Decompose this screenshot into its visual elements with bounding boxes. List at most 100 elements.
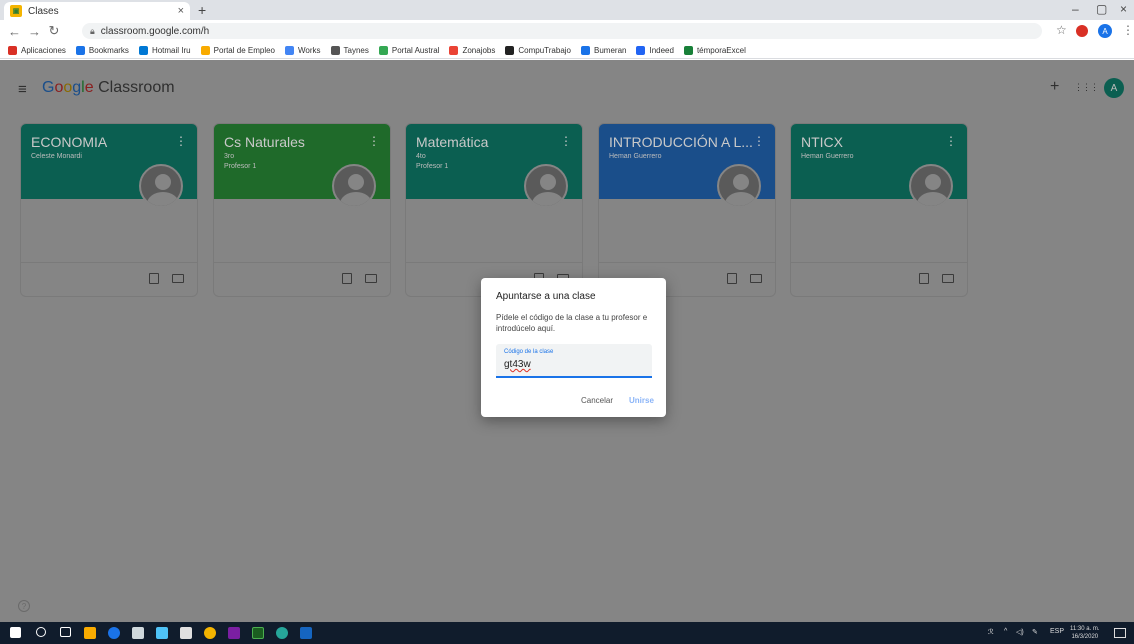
bookmark-item[interactable]: Hotmail Iru [138,45,191,55]
assignment-icon[interactable] [342,273,352,284]
add-class-button[interactable]: + [1050,78,1059,96]
bookmark-item[interactable]: Bookmarks [75,45,129,55]
assignment-icon[interactable] [727,273,737,284]
windows-start-icon[interactable] [10,627,21,638]
bookmark-icon [285,45,294,55]
cancel-button[interactable]: Cancelar [581,396,613,405]
tab-strip: ▣ Clases × + – ▢ × [0,0,1134,20]
address-bar[interactable]: 🔒︎ classroom.google.com/h [82,23,1042,39]
extension-icon[interactable] [1076,25,1088,37]
forward-icon[interactable]: → [28,24,41,39]
class-card[interactable]: INTRODUCCIÓN A L... Heman Guerrero ⋮ [598,123,776,297]
bookmark-icon [378,45,388,55]
apps-grid-icon[interactable]: ⋮⋮⋮ [1074,82,1099,93]
bookmark-item[interactable]: Zonajobs [449,45,495,55]
join-button[interactable]: Unirse [629,396,654,405]
card-menu-icon[interactable]: ⋮ [368,134,380,148]
star-icon[interactable]: ☆ [1056,23,1067,37]
mail-icon[interactable] [156,627,168,639]
class-card[interactable]: NTICX Heman Guerrero ⋮ [790,123,968,297]
tab-close-icon[interactable]: × [178,5,184,17]
google-classroom-logo[interactable]: Google Classroom [42,79,175,97]
card-menu-icon[interactable]: ⋮ [945,134,957,148]
clock[interactable]: 11:30 a. m. 16/3/2020 [1070,625,1100,641]
account-avatar[interactable]: A [1104,78,1124,98]
edge-icon[interactable] [108,627,120,639]
class-title[interactable]: Matemática [416,134,572,150]
people-icon[interactable]: ℛ [988,628,994,636]
notifications-icon[interactable] [1114,628,1126,638]
tab-title: Clases [28,5,59,17]
maximize-button[interactable]: ▢ [1096,2,1107,16]
class-title[interactable]: INTRODUCCIÓN A L... [609,134,765,150]
class-title[interactable]: Cs Naturales [224,134,380,150]
dreamweaver-icon[interactable] [252,627,264,639]
browser-menu-icon[interactable]: ⋮ [1122,23,1134,37]
calculator-icon[interactable] [132,627,144,639]
bookmark-item[interactable]: Bumeran [581,45,626,55]
bookmarks-bar: Aplicaciones Bookmarks Hotmail Iru Portal d… [0,42,1134,59]
bookmark-item[interactable]: Taynes [330,45,369,55]
bookmark-item[interactable]: Aplicaciones [8,45,66,55]
folder-icon[interactable] [750,274,762,283]
tab-classroom[interactable]: ▣ Clases × [4,2,190,20]
teacher-avatar [139,164,183,208]
class-card[interactable]: Cs Naturales 3ro Profesor 1 ⋮ [213,123,391,297]
folder-icon[interactable] [942,274,954,283]
bookmark-icon [636,45,646,55]
app-icon[interactable] [228,627,240,639]
language-indicator[interactable]: ESP [1050,628,1064,635]
class-title[interactable]: NTICX [801,134,957,150]
store-icon[interactable] [180,627,192,639]
new-tab-button[interactable]: + [198,2,206,18]
bookmark-item[interactable]: Portal de Empleo [200,45,275,55]
bookmark-item[interactable]: Portal Austral [378,45,439,55]
word-icon[interactable] [300,627,312,639]
reload-icon[interactable]: ↻ [48,23,60,39]
menu-icon[interactable]: ≡ [18,81,27,98]
card-menu-icon[interactable]: ⋮ [175,134,187,148]
assignment-icon[interactable] [149,273,159,284]
class-code-label: Código de la clase [504,349,554,355]
tray-chevron-icon[interactable]: ^ [1004,628,1007,635]
bookmark-item[interactable]: CompuTrabajo [505,45,571,55]
bookmark-icon [75,45,85,55]
search-icon[interactable] [36,627,46,637]
chrome-profile-icon[interactable] [276,627,288,639]
class-card[interactable]: ECONOMIA Celeste Monardi ⋮ [20,123,198,297]
class-teacher: Celeste Monardi [31,153,82,160]
assignment-icon[interactable] [919,273,929,284]
back-icon[interactable]: ← [8,24,21,39]
bookmark-item[interactable]: Indeed [636,45,674,55]
minimize-button[interactable]: – [1072,2,1079,16]
help-icon[interactable]: ? [18,600,30,612]
volume-icon[interactable]: ◁) [1016,628,1024,636]
card-menu-icon[interactable]: ⋮ [560,134,572,148]
teacher-avatar [717,164,761,208]
bookmark-item[interactable]: témporaExcel [683,45,746,55]
class-card-footer [21,262,197,296]
task-view-icon[interactable] [60,627,71,637]
profile-avatar[interactable]: A [1098,24,1112,38]
bookmark-label: Indeed [649,45,674,55]
class-teacher: Heman Guerrero [801,153,854,160]
class-title[interactable]: ECONOMIA [31,134,187,150]
dialog-body: Pídele el código de la clase a tu profes… [496,313,648,333]
class-card[interactable]: Matemática 4to Profesor 1 ⋮ [405,123,583,297]
class-card-footer [214,262,390,296]
file-explorer-icon[interactable] [84,627,96,639]
close-window-button[interactable]: × [1120,2,1127,16]
class-code-input[interactable]: gt43w [504,359,531,370]
lock-icon: 🔒︎ [90,25,95,36]
bookmark-label: Works [298,45,321,55]
bookmark-icon [330,45,340,55]
folder-icon[interactable] [365,274,377,283]
folder-icon[interactable] [172,274,184,283]
taskbar: ℛ ^ ◁) ✎ ESP 11:30 a. m. 16/3/2020 [0,622,1134,644]
clock-date: 16/3/2020 [1071,634,1099,640]
class-code-field[interactable]: Código de la clase gt43w [496,344,652,378]
card-menu-icon[interactable]: ⋮ [753,134,765,148]
chrome-icon[interactable] [204,627,216,639]
bookmark-item[interactable]: Works [285,45,321,55]
pen-icon[interactable]: ✎ [1032,628,1038,636]
